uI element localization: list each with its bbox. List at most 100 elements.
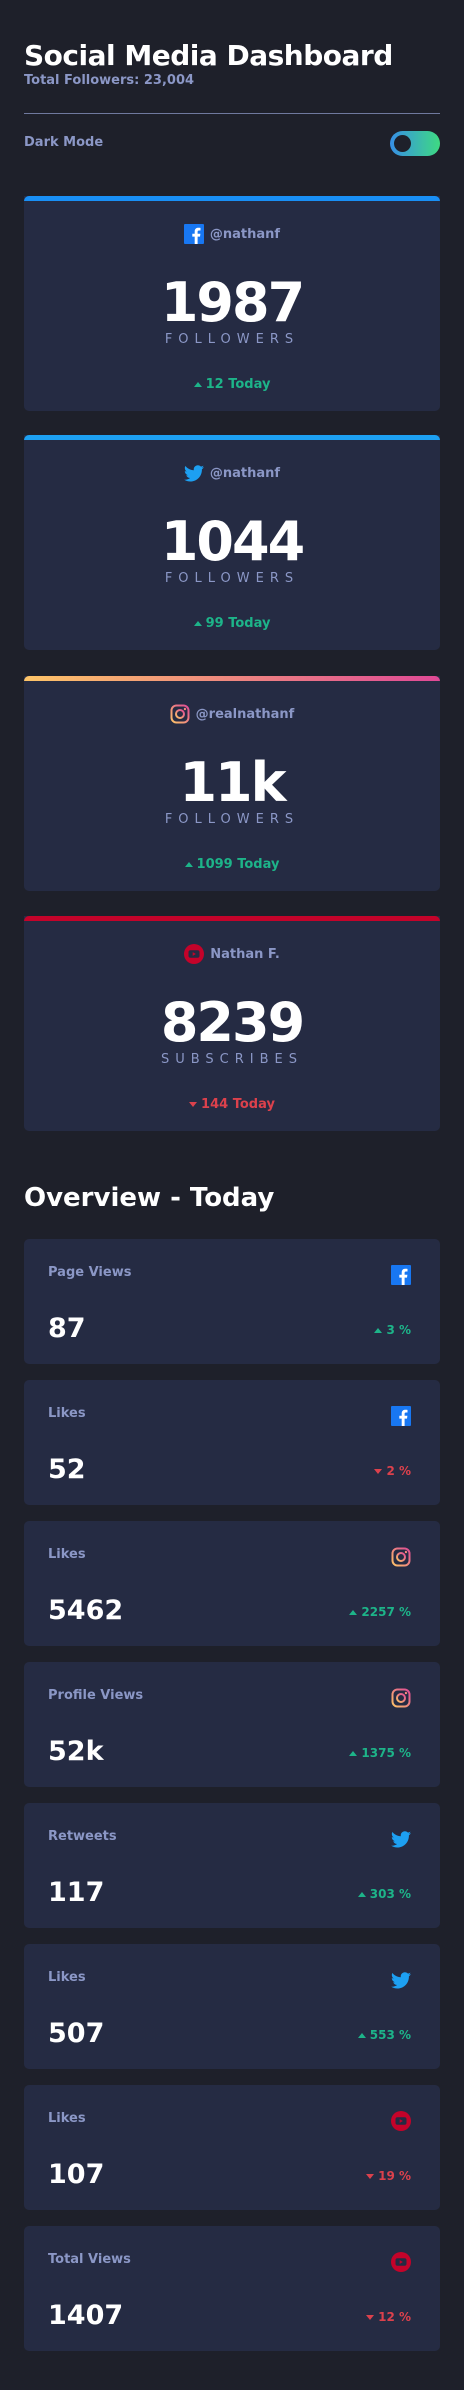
arrow-up-icon: [374, 1327, 383, 1333]
arrow-down-icon: [374, 1468, 383, 1474]
overview-card[interactable]: Likes 5462 2257 %: [24, 1521, 440, 1646]
overview-value: 52: [48, 1454, 86, 1485]
overview-value: 87: [48, 1313, 86, 1344]
youtube-icon: [184, 944, 205, 964]
follower-card-facebook[interactable]: @nathanf 1987 FOLLOWERS 12 Today: [24, 196, 440, 411]
overview-change: 303 %: [357, 1887, 411, 1901]
youtube-icon: [391, 2111, 411, 2131]
overview-title: Overview - Today: [24, 1183, 275, 1213]
follower-count: 1987: [160, 271, 305, 334]
overview-card[interactable]: Page Views 87 3 %: [24, 1239, 440, 1364]
overview-value: 5462: [48, 1595, 124, 1626]
facebook-icon: [391, 1406, 411, 1426]
overview-change-text: 303 %: [369, 1887, 411, 1901]
arrow-up-icon: [193, 382, 202, 387]
overview-metric: Likes: [48, 1970, 86, 1985]
overview-metric: Page Views: [48, 1265, 132, 1280]
card-handle-row: @realnathanf: [24, 703, 440, 725]
daily-change: 99 Today: [24, 616, 440, 631]
card-handle: Nathan F.: [210, 946, 280, 962]
card-accent-bar: [24, 435, 440, 440]
overview-change-text: 553 %: [369, 2028, 411, 2042]
overview-change: 2257 %: [349, 1605, 411, 1619]
overview-metric: Likes: [48, 1547, 86, 1562]
overview-value: 52k: [48, 1736, 104, 1767]
daily-change-text: 1099 Today: [196, 857, 280, 872]
overview-card[interactable]: Profile Views 52k 1375 %: [24, 1662, 440, 1787]
follower-count: 1044: [160, 510, 305, 573]
arrow-up-icon: [357, 1891, 366, 1897]
overview-change: 553 %: [357, 2028, 411, 2042]
overview-value: 507: [48, 2018, 105, 2049]
twitter-icon: [391, 1970, 411, 1990]
twitter-icon: [183, 464, 204, 482]
header-divider: [24, 113, 440, 114]
arrow-down-icon: [366, 2173, 375, 2179]
overview-change: 3 %: [374, 1323, 411, 1337]
overview-change-text: 19 %: [378, 2169, 411, 2183]
arrow-down-icon: [189, 1102, 198, 1107]
arrow-up-icon: [349, 1609, 358, 1615]
page-title: Social Media Dashboard: [24, 39, 393, 72]
daily-change: 144 Today: [24, 1097, 440, 1112]
overview-card[interactable]: Likes 52 2 %: [24, 1380, 440, 1505]
arrow-up-icon: [357, 2032, 366, 2038]
overview-metric: Likes: [48, 1406, 86, 1421]
overview-value: 107: [48, 2159, 105, 2190]
overview-change-text: 3 %: [386, 1323, 411, 1337]
overview-metric: Likes: [48, 2111, 86, 2126]
twitter-icon: [391, 1829, 411, 1849]
youtube-icon: [391, 2252, 411, 2272]
overview-value: 1407: [48, 2300, 124, 2331]
dashboard-page: Social Media Dashboard Total Followers: …: [0, 0, 464, 2390]
follower-unit: FOLLOWERS: [164, 571, 300, 586]
arrow-up-icon: [349, 1750, 358, 1756]
dark-mode-label: Dark Mode: [24, 135, 104, 150]
follower-unit: FOLLOWERS: [164, 812, 300, 827]
card-handle-row: @nathanf: [24, 223, 440, 245]
overview-change-text: 12 %: [378, 2310, 411, 2324]
follower-count: 8239: [160, 991, 305, 1054]
overview-card[interactable]: Retweets 117 303 %: [24, 1803, 440, 1928]
total-followers: Total Followers: 23,004: [24, 73, 195, 88]
overview-card[interactable]: Likes 507 553 %: [24, 1944, 440, 2069]
card-accent-bar: [24, 676, 440, 681]
instagram-icon: [391, 1547, 411, 1567]
overview-change-text: 2 %: [386, 1464, 411, 1478]
follower-card-twitter[interactable]: @nathanf 1044 FOLLOWERS 99 Today: [24, 435, 440, 650]
daily-change-text: 12 Today: [205, 377, 271, 392]
instagram-icon: [170, 704, 190, 724]
overview-change: 2 %: [374, 1464, 411, 1478]
card-handle: @nathanf: [209, 465, 281, 481]
overview-value: 117: [48, 1877, 105, 1908]
overview-metric: Profile Views: [48, 1688, 144, 1703]
follower-count: 11k: [179, 751, 286, 814]
dark-mode-toggle[interactable]: [390, 131, 440, 156]
card-handle: @realnathanf: [195, 706, 295, 722]
daily-change-text: 144 Today: [201, 1097, 275, 1112]
facebook-icon: [391, 1265, 411, 1285]
follower-unit: SUBSCRIBES: [160, 1052, 304, 1067]
overview-metric: Total Views: [48, 2252, 131, 2267]
arrow-up-icon: [193, 621, 202, 626]
overview-change: 12 %: [366, 2310, 411, 2324]
card-handle-row: @nathanf: [24, 462, 440, 484]
overview-card[interactable]: Likes 107 19 %: [24, 2085, 440, 2210]
overview-change: 1375 %: [349, 1746, 411, 1760]
overview-change-text: 2257 %: [361, 1605, 411, 1619]
arrow-down-icon: [366, 2314, 375, 2320]
toggle-knob[interactable]: [394, 135, 411, 152]
daily-change-text: 99 Today: [205, 616, 271, 631]
overview-card[interactable]: Total Views 1407 12 %: [24, 2226, 440, 2351]
arrow-up-icon: [184, 862, 193, 867]
facebook-icon: [183, 224, 204, 244]
overview-metric: Retweets: [48, 1829, 117, 1844]
follower-unit: FOLLOWERS: [164, 332, 300, 347]
card-accent-bar: [24, 196, 440, 201]
daily-change: 1099 Today: [24, 857, 440, 872]
card-accent-bar: [24, 916, 440, 921]
daily-change: 12 Today: [24, 377, 440, 392]
card-handle-row: Nathan F.: [24, 943, 440, 965]
follower-card-youtube[interactable]: Nathan F. 8239 SUBSCRIBES 144 Today: [24, 916, 440, 1131]
follower-card-instagram[interactable]: @realnathanf 11k FOLLOWERS 1099 Today: [24, 676, 440, 891]
